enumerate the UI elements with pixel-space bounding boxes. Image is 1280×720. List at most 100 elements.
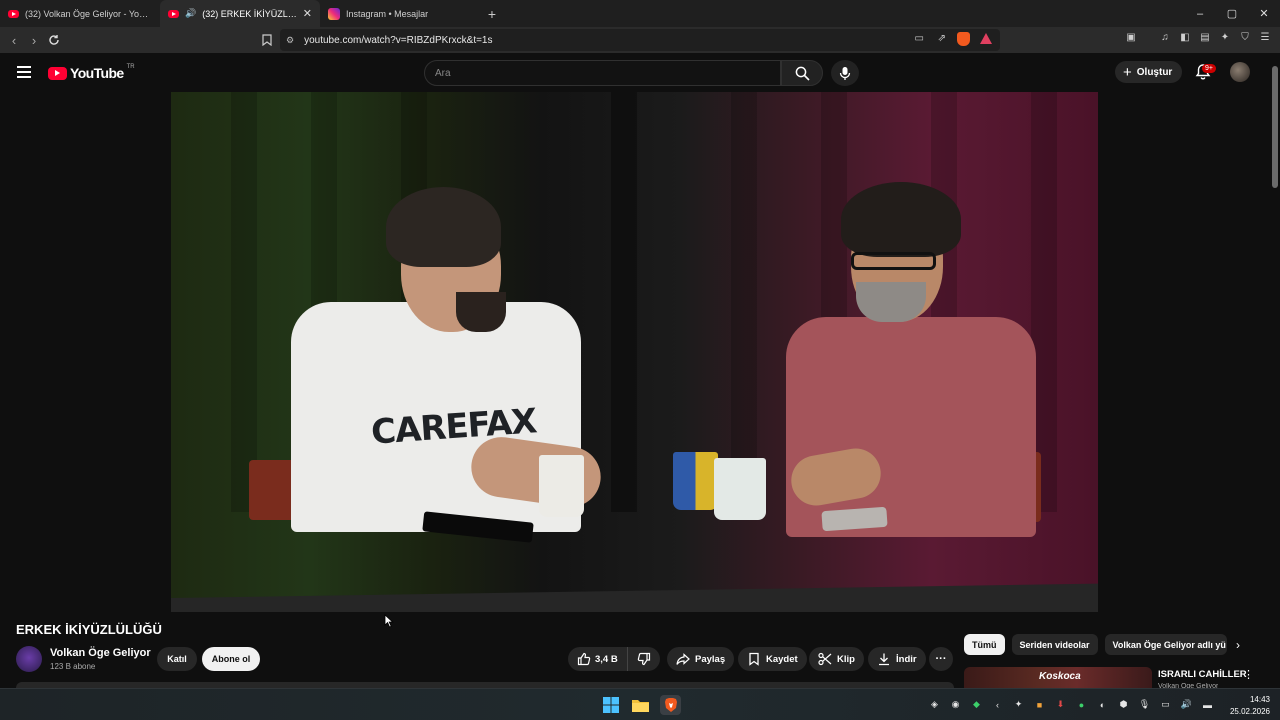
voice-search-button[interactable] <box>831 60 859 86</box>
browser-tab-active[interactable]: 🔊 (32) ERKEK İKİYÜZLÜLÜĞÜ - Y ✕ <box>160 0 320 27</box>
join-button[interactable]: Katıl <box>157 647 197 671</box>
hamburger-menu-icon[interactable] <box>17 66 31 78</box>
tray-app-icon[interactable]: ● <box>1075 698 1088 711</box>
restore-button[interactable]: ▢ <box>1216 0 1248 27</box>
chip-all[interactable]: Tümü <box>964 634 1005 655</box>
vpn-shield-icon[interactable]: ⛉ <box>1238 30 1252 44</box>
site-info-icon[interactable]: ⚙ <box>286 35 294 46</box>
share-icon <box>676 653 690 665</box>
reader-mode-icon[interactable]: ▣ <box>1124 30 1138 44</box>
brave-browser-icon[interactable] <box>660 695 681 715</box>
share-page-icon[interactable]: ⇗ <box>938 33 946 44</box>
channel-name[interactable]: Volkan Öge Geliyor <box>50 647 151 659</box>
tray-app-icon[interactable]: ◐ <box>1096 698 1109 711</box>
dislike-button[interactable] <box>628 652 660 666</box>
like-count: 3,4 B <box>595 653 618 665</box>
brave-rewards-icon[interactable] <box>980 33 992 44</box>
close-tab-icon[interactable]: ✕ <box>303 7 312 20</box>
tab-title: (32) ERKEK İKİYÜZLÜLÜĞÜ - Y <box>202 8 297 19</box>
tray-app-icon[interactable]: ◉ <box>949 698 962 711</box>
tray-app-icon[interactable]: ✦ <box>1012 698 1025 711</box>
windows-start-icon[interactable] <box>600 695 621 715</box>
browser-tab[interactable]: Instagram • Mesajlar <box>320 0 480 27</box>
channel-avatar[interactable] <box>16 646 42 672</box>
search-input[interactable]: Ara <box>424 60 781 86</box>
taskbar-clock[interactable]: 14:43 25.02.2026 <box>1230 694 1270 718</box>
speaker-icon[interactable]: 🔊 <box>185 8 196 19</box>
file-explorer-icon[interactable] <box>630 695 651 715</box>
notification-badge: 9+ <box>1202 64 1216 73</box>
tray-app-icon[interactable]: ⬢ <box>1117 698 1130 711</box>
tray-app-icon[interactable]: ⬇ <box>1054 698 1067 711</box>
tab-title: Instagram • Mesajlar <box>346 8 429 19</box>
browser-tab[interactable]: (32) Volkan Öge Geliyor - YouTube <box>0 0 160 27</box>
youtube-logo[interactable]: YouTube TR <box>48 64 135 81</box>
thumbnail-brand-text: Koskoca <box>1039 671 1081 682</box>
chip-channel-uploads[interactable]: Volkan Öge Geliyor adlı yü <box>1104 634 1227 655</box>
battery-icon[interactable]: ▬ <box>1201 698 1214 711</box>
download-button[interactable]: İndir <box>868 647 926 671</box>
tray-app-icon[interactable]: ◈ <box>928 698 941 711</box>
url-text: youtube.com/watch?v=RIBZdPKrxck&t=1s <box>304 34 493 46</box>
instagram-favicon-icon <box>328 7 340 20</box>
microphone-tray-icon[interactable]: 🎙 <box>1138 698 1151 711</box>
thumbs-down-icon <box>637 652 651 666</box>
youtube-favicon-icon <box>8 9 19 18</box>
share-button[interactable]: Paylaş <box>667 647 735 671</box>
reload-icon[interactable] <box>44 30 64 50</box>
create-button[interactable]: + Oluştur <box>1115 61 1183 83</box>
clock-time: 14:43 <box>1249 695 1270 704</box>
search-icon <box>795 66 810 81</box>
network-icon[interactable]: ▭ <box>1159 698 1172 711</box>
search-placeholder: Ara <box>435 67 451 79</box>
wallet-icon[interactable]: ▤ <box>1198 30 1212 44</box>
cast-icon[interactable]: ▭ <box>915 33 924 44</box>
save-button[interactable]: Kaydet <box>738 647 807 671</box>
account-avatar[interactable] <box>1230 62 1250 82</box>
video-player[interactable]: CAREFAX <box>171 92 1098 612</box>
leo-ai-icon[interactable]: ✦ <box>1218 30 1232 44</box>
microphone-icon <box>839 66 851 80</box>
youtube-play-icon <box>48 66 67 80</box>
window-controls: – ▢ ✕ <box>1184 0 1280 27</box>
bookmark-save-icon <box>749 652 759 666</box>
clip-button[interactable]: Klip <box>809 647 864 671</box>
plus-icon: + <box>1123 63 1132 81</box>
close-window-button[interactable]: ✕ <box>1248 0 1280 27</box>
back-icon[interactable]: ‹ <box>4 30 24 50</box>
create-label: Oluştur <box>1136 66 1173 78</box>
tray-app-icon[interactable]: ■ <box>1033 698 1046 711</box>
tray-overflow-chevron-icon[interactable]: ‹ <box>991 698 1004 711</box>
taskbar-apps <box>600 695 681 715</box>
search-button[interactable] <box>781 60 823 86</box>
country-code: TR <box>126 64 135 70</box>
media-icon[interactable]: ♫ <box>1158 30 1172 44</box>
save-label: Kaydet <box>766 653 798 665</box>
address-bar-row: ‹ › ⚙ youtube.com/watch?v=RIBZdPKrxck&t=… <box>0 27 1280 53</box>
youtube-favicon-icon <box>168 9 179 18</box>
like-button[interactable]: 3,4 B <box>568 647 628 671</box>
sidebar-toggle-icon[interactable]: ◧ <box>1178 30 1192 44</box>
youtube-masthead: YouTube TR Ara + Oluştur <box>0 53 1280 91</box>
page-scrollbar[interactable] <box>1272 58 1278 688</box>
recommended-more-icon[interactable]: ⋮ <box>1243 668 1254 681</box>
bookmark-icon[interactable] <box>257 30 277 50</box>
share-label: Paylaş <box>695 653 726 665</box>
tray-app-icon[interactable]: ◆ <box>970 698 983 711</box>
chip-series-videos[interactable]: Seriden videolar <box>1011 634 1098 655</box>
recommended-thumbnail[interactable]: Koskoca <box>964 667 1152 688</box>
minimize-button[interactable]: – <box>1184 0 1216 27</box>
chevron-right-icon[interactable]: › <box>1230 637 1246 653</box>
recommended-title[interactable]: ISRARLI CAHİLLER <box>1158 669 1247 680</box>
new-tab-button[interactable]: + <box>480 6 504 22</box>
menu-icon[interactable]: ☰ <box>1258 30 1272 44</box>
system-tray: ◈ ◉ ◆ ‹ ✦ ■ ⬇ ● ◐ ⬢ 🎙 ▭ 🔊 ▬ <box>928 698 1214 711</box>
omnibox[interactable]: ⚙ youtube.com/watch?v=RIBZdPKrxck&t=1s ▭… <box>280 29 1000 51</box>
subscribe-button[interactable]: Abone ol <box>202 647 260 671</box>
forward-icon[interactable]: › <box>24 30 44 50</box>
brave-shields-icon[interactable] <box>957 32 970 46</box>
logo-wordmark: YouTube <box>70 65 124 81</box>
clip-label: Klip <box>837 653 855 665</box>
more-actions-button[interactable]: ··· <box>929 647 953 671</box>
volume-icon[interactable]: 🔊 <box>1180 698 1193 711</box>
